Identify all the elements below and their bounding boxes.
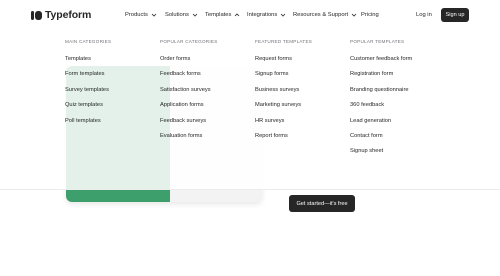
menu-item-signup-forms[interactable]: Signup forms [255,70,312,85]
menu-item-feedback-surveys[interactable]: Feedback surveys [160,117,218,132]
popular-templates-list: Customer feedback form Registration form… [350,55,412,163]
nav-resources-label: Resources & Support [293,12,349,18]
chevron-down-icon [151,12,157,18]
menu-item-application-forms[interactable]: Application forms [160,101,218,116]
column-heading: POPULAR TEMPLATES [350,39,405,44]
nav-solutions-label: Solutions [165,12,189,18]
top-navigation: Typeform Products Solutions Templates In… [0,0,500,30]
column-popular-categories: POPULAR CATEGORIES Order forms Feedback … [160,39,218,147]
nav-templates-label: Templates [205,12,232,18]
nav-resources-support[interactable]: Resources & Support [293,10,357,20]
column-heading: FEATURED TEMPLATES [255,39,313,44]
chevron-down-icon [351,12,357,18]
nav-products-label: Products [125,12,148,18]
column-heading: POPULAR CATEGORIES [160,39,218,44]
menu-item-form-templates[interactable]: Form templates [65,70,111,85]
menu-item-360-feedback[interactable]: 360 feedback [350,101,412,116]
typeform-logo[interactable]: Typeform [31,8,91,22]
menu-item-lead-generation[interactable]: Lead generation [350,117,412,132]
nav-pricing-label: Pricing [361,12,379,18]
menu-item-evaluation-forms[interactable]: Evaluation forms [160,132,218,147]
menu-item-contact-form[interactable]: Contact form [350,132,412,147]
main-categories-list: Templates Form templates Survey template… [65,55,111,132]
menu-item-business-surveys[interactable]: Business surveys [255,86,312,101]
nav-products[interactable]: Products [125,10,157,20]
nav-integrations[interactable]: Integrations [247,10,286,20]
menu-item-request-forms[interactable]: Request forms [255,55,312,70]
menu-item-registration-form[interactable]: Registration form [350,70,412,85]
column-popular-templates: POPULAR TEMPLATES Customer feedback form… [350,39,412,163]
nav-templates[interactable]: Templates [205,10,240,20]
chevron-down-icon [192,12,198,18]
menu-item-survey-templates[interactable]: Survey templates [65,86,111,101]
signup-button[interactable]: Sign up [441,8,469,22]
nav-solutions[interactable]: Solutions [165,10,198,20]
brand-name: Typeform [45,9,92,21]
menu-item-quiz-templates[interactable]: Quiz templates [65,101,111,116]
menu-item-satisfaction-surveys[interactable]: Satisfaction surveys [160,86,218,101]
typeform-logo-icon [31,10,42,20]
menu-item-order-forms[interactable]: Order forms [160,55,218,70]
column-featured-templates: FEATURED TEMPLATES Request forms Signup … [255,39,312,147]
column-heading: MAIN CATEGORIES [65,39,112,44]
chevron-up-icon [234,12,240,18]
featured-templates-list: Request forms Signup forms Business surv… [255,55,312,147]
menu-item-poll-templates[interactable]: Poll templates [65,117,111,132]
menu-item-customer-feedback-form[interactable]: Customer feedback form [350,55,412,70]
get-started-button[interactable]: Get started—it's free [289,195,355,212]
column-main-categories: MAIN CATEGORIES Templates Form templates… [65,39,111,132]
nav-integrations-label: Integrations [247,12,278,18]
menu-item-feedback-forms[interactable]: Feedback forms [160,70,218,85]
chevron-down-icon [280,12,286,18]
menu-item-templates[interactable]: Templates [65,55,111,70]
menu-item-marketing-surveys[interactable]: Marketing surveys [255,101,312,116]
templates-dropdown-menu: MAIN CATEGORIES Templates Form templates… [0,30,500,190]
menu-item-signup-sheet[interactable]: Signup sheet [350,147,412,162]
login-link[interactable]: Log in [416,9,432,21]
menu-item-branding-questionnaire[interactable]: Branding questionnaire [350,86,412,101]
nav-pricing[interactable]: Pricing [361,10,379,20]
popular-categories-list: Order forms Feedback forms Satisfaction … [160,55,218,147]
menu-item-hr-surveys[interactable]: HR surveys [255,117,312,132]
menu-item-report-forms[interactable]: Report forms [255,132,312,147]
